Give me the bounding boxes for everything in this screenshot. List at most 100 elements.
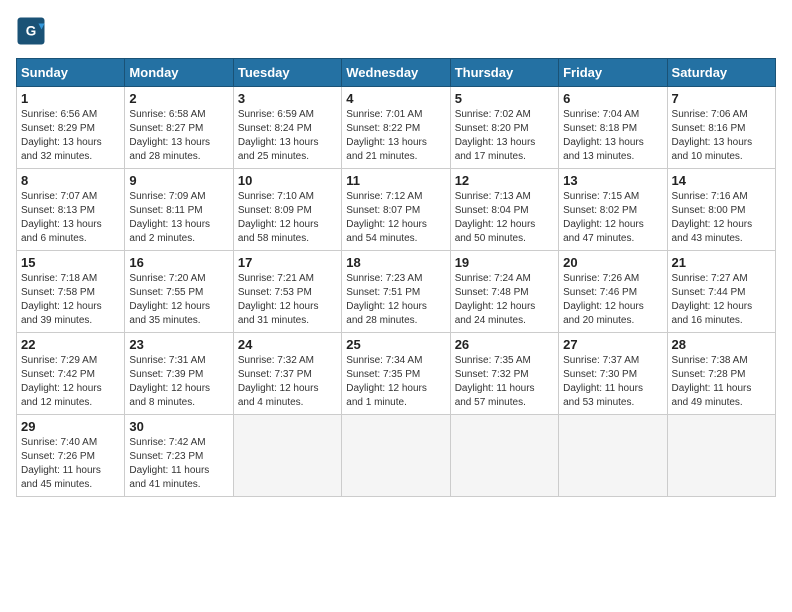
- calendar-cell: 29 Sunrise: 7:40 AMSunset: 7:26 PMDayligh…: [17, 415, 125, 497]
- page-header: G: [16, 16, 776, 46]
- calendar-cell: [667, 415, 775, 497]
- day-number: 6: [563, 91, 662, 106]
- calendar-cell: 18 Sunrise: 7:23 AMSunset: 7:51 PMDayligh…: [342, 251, 450, 333]
- svg-text:G: G: [26, 24, 37, 39]
- calendar-cell: [559, 415, 667, 497]
- day-number: 13: [563, 173, 662, 188]
- calendar-cell: 28Sunrise: 7:38 AMSunset: 7:28 PMDayligh…: [667, 333, 775, 415]
- col-header-monday: Monday: [125, 59, 233, 87]
- calendar-cell: 6 Sunrise: 7:04 AMSunset: 8:18 PMDaylight…: [559, 87, 667, 169]
- calendar-cell: 20Sunrise: 7:26 AMSunset: 7:46 PMDayligh…: [559, 251, 667, 333]
- day-number: 14: [672, 173, 771, 188]
- col-header-sunday: Sunday: [17, 59, 125, 87]
- day-number: 22: [21, 337, 120, 352]
- cell-details: Sunrise: 7:24 AMSunset: 7:48 PMDaylight:…: [455, 272, 554, 328]
- cell-details: Sunrise: 7:04 AMSunset: 8:18 PMDaylight:…: [563, 108, 662, 164]
- calendar-cell: 3 Sunrise: 6:59 AMSunset: 8:24 PMDaylight…: [233, 87, 341, 169]
- calendar-cell: 25Sunrise: 7:34 AMSunset: 7:35 PMDayligh…: [342, 333, 450, 415]
- col-header-friday: Friday: [559, 59, 667, 87]
- cell-details: Sunrise: 7:07 AMSunset: 8:13 PMDaylight:…: [21, 190, 120, 246]
- cell-details: Sunrise: 7:31 AMSunset: 7:39 PMDaylight:…: [129, 354, 228, 410]
- day-number: 18: [346, 255, 445, 270]
- calendar-cell: 16 Sunrise: 7:20 AMSunset: 7:55 PMDayligh…: [125, 251, 233, 333]
- cell-details: Sunrise: 7:27 AMSunset: 7:44 PMDaylight:…: [672, 272, 771, 328]
- calendar-cell: 15Sunrise: 7:18 AMSunset: 7:58 PMDayligh…: [17, 251, 125, 333]
- cell-details: Sunrise: 6:56 AMSunset: 8:29 PMDaylight:…: [21, 108, 120, 164]
- week-row-1: 1 Sunrise: 6:56 AMSunset: 8:29 PMDaylight…: [17, 87, 776, 169]
- calendar-cell: 19 Sunrise: 7:24 AMSunset: 7:48 PMDayligh…: [450, 251, 558, 333]
- calendar-cell: 11Sunrise: 7:12 AMSunset: 8:07 PMDayligh…: [342, 169, 450, 251]
- day-number: 7: [672, 91, 771, 106]
- cell-details: Sunrise: 7:23 AMSunset: 7:51 PMDaylight:…: [346, 272, 445, 328]
- day-number: 9: [129, 173, 228, 188]
- calendar-cell: 24 Sunrise: 7:32 AMSunset: 7:37 PMDayligh…: [233, 333, 341, 415]
- week-row-5: 29 Sunrise: 7:40 AMSunset: 7:26 PMDayligh…: [17, 415, 776, 497]
- cell-details: Sunrise: 7:34 AMSunset: 7:35 PMDaylight:…: [346, 354, 445, 410]
- calendar-cell: [450, 415, 558, 497]
- cell-details: Sunrise: 7:20 AMSunset: 7:55 PMDaylight:…: [129, 272, 228, 328]
- calendar-cell: [233, 415, 341, 497]
- cell-details: Sunrise: 7:37 AMSunset: 7:30 PMDaylight:…: [563, 354, 662, 410]
- cell-details: Sunrise: 7:09 AMSunset: 8:11 PMDaylight:…: [129, 190, 228, 246]
- logo-icon: G: [16, 16, 46, 46]
- cell-details: Sunrise: 7:10 AMSunset: 8:09 PMDaylight:…: [238, 190, 337, 246]
- col-header-tuesday: Tuesday: [233, 59, 341, 87]
- cell-details: Sunrise: 7:35 AMSunset: 7:32 PMDaylight:…: [455, 354, 554, 410]
- calendar-cell: 30 Sunrise: 7:42 AMSunset: 7:23 PMDayligh…: [125, 415, 233, 497]
- calendar-cell: 7 Sunrise: 7:06 AMSunset: 8:16 PMDaylight…: [667, 87, 775, 169]
- day-number: 4: [346, 91, 445, 106]
- calendar-cell: [342, 415, 450, 497]
- calendar-cell: 26 Sunrise: 7:35 AMSunset: 7:32 PMDayligh…: [450, 333, 558, 415]
- day-number: 27: [563, 337, 662, 352]
- cell-details: Sunrise: 7:12 AMSunset: 8:07 PMDaylight:…: [346, 190, 445, 246]
- cell-details: Sunrise: 7:32 AMSunset: 7:37 PMDaylight:…: [238, 354, 337, 410]
- day-number: 10: [238, 173, 337, 188]
- day-number: 30: [129, 419, 228, 434]
- cell-details: Sunrise: 7:16 AMSunset: 8:00 PMDaylight:…: [672, 190, 771, 246]
- calendar-table: SundayMondayTuesdayWednesdayThursdayFrid…: [16, 58, 776, 497]
- calendar-cell: 27 Sunrise: 7:37 AMSunset: 7:30 PMDayligh…: [559, 333, 667, 415]
- day-number: 24: [238, 337, 337, 352]
- calendar-cell: 8 Sunrise: 7:07 AMSunset: 8:13 PMDaylight…: [17, 169, 125, 251]
- calendar-cell: 5 Sunrise: 7:02 AMSunset: 8:20 PMDaylight…: [450, 87, 558, 169]
- day-number: 23: [129, 337, 228, 352]
- day-number: 26: [455, 337, 554, 352]
- cell-details: Sunrise: 7:06 AMSunset: 8:16 PMDaylight:…: [672, 108, 771, 164]
- day-number: 2: [129, 91, 228, 106]
- cell-details: Sunrise: 7:21 AMSunset: 7:53 PMDaylight:…: [238, 272, 337, 328]
- col-header-wednesday: Wednesday: [342, 59, 450, 87]
- day-number: 3: [238, 91, 337, 106]
- day-number: 5: [455, 91, 554, 106]
- calendar-cell: 9 Sunrise: 7:09 AMSunset: 8:11 PMDaylight…: [125, 169, 233, 251]
- calendar-cell: 17 Sunrise: 7:21 AMSunset: 7:53 PMDayligh…: [233, 251, 341, 333]
- day-number: 29: [21, 419, 120, 434]
- col-header-saturday: Saturday: [667, 59, 775, 87]
- cell-details: Sunrise: 6:58 AMSunset: 8:27 PMDaylight:…: [129, 108, 228, 164]
- cell-details: Sunrise: 7:15 AMSunset: 8:02 PMDaylight:…: [563, 190, 662, 246]
- day-number: 20: [563, 255, 662, 270]
- cell-details: Sunrise: 7:40 AMSunset: 7:26 PMDaylight:…: [21, 436, 120, 492]
- calendar-cell: 23 Sunrise: 7:31 AMSunset: 7:39 PMDayligh…: [125, 333, 233, 415]
- cell-details: Sunrise: 7:13 AMSunset: 8:04 PMDaylight:…: [455, 190, 554, 246]
- calendar-cell: 10 Sunrise: 7:10 AMSunset: 8:09 PMDayligh…: [233, 169, 341, 251]
- day-number: 19: [455, 255, 554, 270]
- cell-details: Sunrise: 7:18 AMSunset: 7:58 PMDaylight:…: [21, 272, 120, 328]
- calendar-cell: 1 Sunrise: 6:56 AMSunset: 8:29 PMDaylight…: [17, 87, 125, 169]
- calendar-cell: 4Sunrise: 7:01 AMSunset: 8:22 PMDaylight…: [342, 87, 450, 169]
- calendar-cell: 2 Sunrise: 6:58 AMSunset: 8:27 PMDaylight…: [125, 87, 233, 169]
- day-number: 16: [129, 255, 228, 270]
- calendar-cell: 22 Sunrise: 7:29 AMSunset: 7:42 PMDayligh…: [17, 333, 125, 415]
- cell-details: Sunrise: 6:59 AMSunset: 8:24 PMDaylight:…: [238, 108, 337, 164]
- cell-details: Sunrise: 7:29 AMSunset: 7:42 PMDaylight:…: [21, 354, 120, 410]
- cell-details: Sunrise: 7:42 AMSunset: 7:23 PMDaylight:…: [129, 436, 228, 492]
- day-number: 17: [238, 255, 337, 270]
- day-number: 1: [21, 91, 120, 106]
- day-number: 8: [21, 173, 120, 188]
- week-row-2: 8 Sunrise: 7:07 AMSunset: 8:13 PMDaylight…: [17, 169, 776, 251]
- day-number: 12: [455, 173, 554, 188]
- calendar-cell: 13 Sunrise: 7:15 AMSunset: 8:02 PMDayligh…: [559, 169, 667, 251]
- logo: G: [16, 16, 50, 46]
- calendar-cell: 14 Sunrise: 7:16 AMSunset: 8:00 PMDayligh…: [667, 169, 775, 251]
- calendar-cell: 21Sunrise: 7:27 AMSunset: 7:44 PMDayligh…: [667, 251, 775, 333]
- cell-details: Sunrise: 7:02 AMSunset: 8:20 PMDaylight:…: [455, 108, 554, 164]
